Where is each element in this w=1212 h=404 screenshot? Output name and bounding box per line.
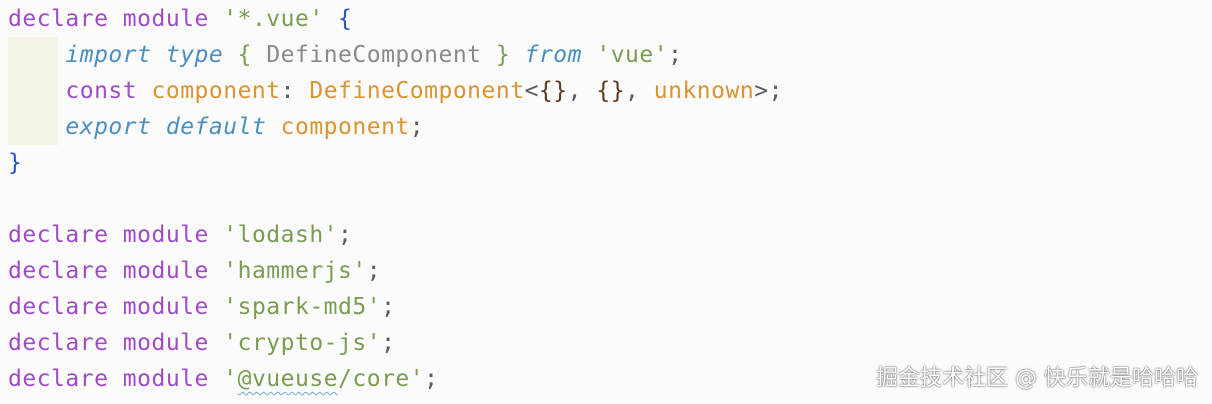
code-line: const component: DefineComponent<{}, {},… xyxy=(8,73,783,109)
close-brace: } xyxy=(8,150,23,176)
keyword-default: default xyxy=(165,114,267,140)
module-name-string-rest: /core' xyxy=(338,366,425,392)
module-name-string: 'spark-md5' xyxy=(223,294,382,320)
variable-component: component xyxy=(280,114,410,140)
semicolon: ; xyxy=(409,114,425,140)
imported-type-name: DefineComponent xyxy=(266,42,482,68)
code-line: } xyxy=(8,145,22,181)
variable-component: component xyxy=(151,78,281,104)
keyword-export: export xyxy=(65,114,152,140)
semicolon: ; xyxy=(668,42,683,68)
watermark: 掘金技术社区 @ 快乐就是哈哈哈 xyxy=(876,366,1198,391)
open-brace: { xyxy=(338,6,353,32)
type-define-component: DefineComponent xyxy=(309,78,525,104)
module-name-string: '*.vue' xyxy=(223,6,324,32)
colon: : xyxy=(280,78,295,104)
semicolon: ; xyxy=(768,78,783,104)
generic-arg-2: {} xyxy=(596,78,626,104)
import-source-string: 'vue' xyxy=(596,42,669,68)
keyword-declare: declare xyxy=(8,258,109,284)
keyword-declare: declare xyxy=(8,330,109,356)
generic-arg-3: unknown xyxy=(653,78,755,104)
code-line: declare module 'lodash'; xyxy=(8,217,352,253)
module-name-quote: ' xyxy=(223,366,238,392)
module-name-string: 'hammerjs' xyxy=(223,258,367,284)
semicolon: ; xyxy=(424,366,439,392)
semicolon: ; xyxy=(338,222,353,248)
import-close-brace: } xyxy=(495,42,511,68)
import-open-brace: { xyxy=(237,42,252,68)
generic-open: < xyxy=(524,78,539,104)
code-editor[interactable]: declare module '*.vue' { import type { D… xyxy=(0,0,1212,404)
code-line: declare module 'hammerjs'; xyxy=(8,253,381,289)
keyword-declare: declare xyxy=(8,294,109,320)
semicolon: ; xyxy=(366,258,382,284)
comma: , xyxy=(625,78,640,104)
generic-close: > xyxy=(754,78,769,104)
keyword-const: const xyxy=(65,78,138,104)
module-name-string: 'lodash' xyxy=(223,222,339,248)
keyword-declare: declare xyxy=(8,366,109,392)
keyword-module: module xyxy=(122,294,209,320)
keyword-module: module xyxy=(122,330,209,356)
semicolon: ; xyxy=(381,294,396,320)
code-line: declare module '*.vue' { xyxy=(8,1,352,37)
keyword-type: type xyxy=(165,42,224,68)
module-name-warning-squiggle[interactable]: @vueuse xyxy=(238,366,338,392)
code-line: declare module 'spark-md5'; xyxy=(8,289,395,325)
semicolon: ; xyxy=(381,330,396,356)
keyword-module: module xyxy=(122,222,209,248)
code-line: declare module 'crypto-js'; xyxy=(8,325,395,361)
code-line: import type { DefineComponent } from 'vu… xyxy=(8,37,682,73)
keyword-declare: declare xyxy=(8,6,109,32)
code-line: declare module '@vueuse/core'; xyxy=(8,361,439,397)
code-line: export default component; xyxy=(8,109,424,145)
keyword-module: module xyxy=(122,366,209,392)
comma: , xyxy=(567,78,582,104)
keyword-module: module xyxy=(122,258,209,284)
keyword-declare: declare xyxy=(8,222,109,248)
generic-arg-1: {} xyxy=(538,78,568,104)
keyword-import: import xyxy=(65,42,152,68)
module-name-string: 'crypto-js' xyxy=(223,330,382,356)
keyword-from: from xyxy=(524,42,582,68)
keyword-module: module xyxy=(122,6,209,32)
